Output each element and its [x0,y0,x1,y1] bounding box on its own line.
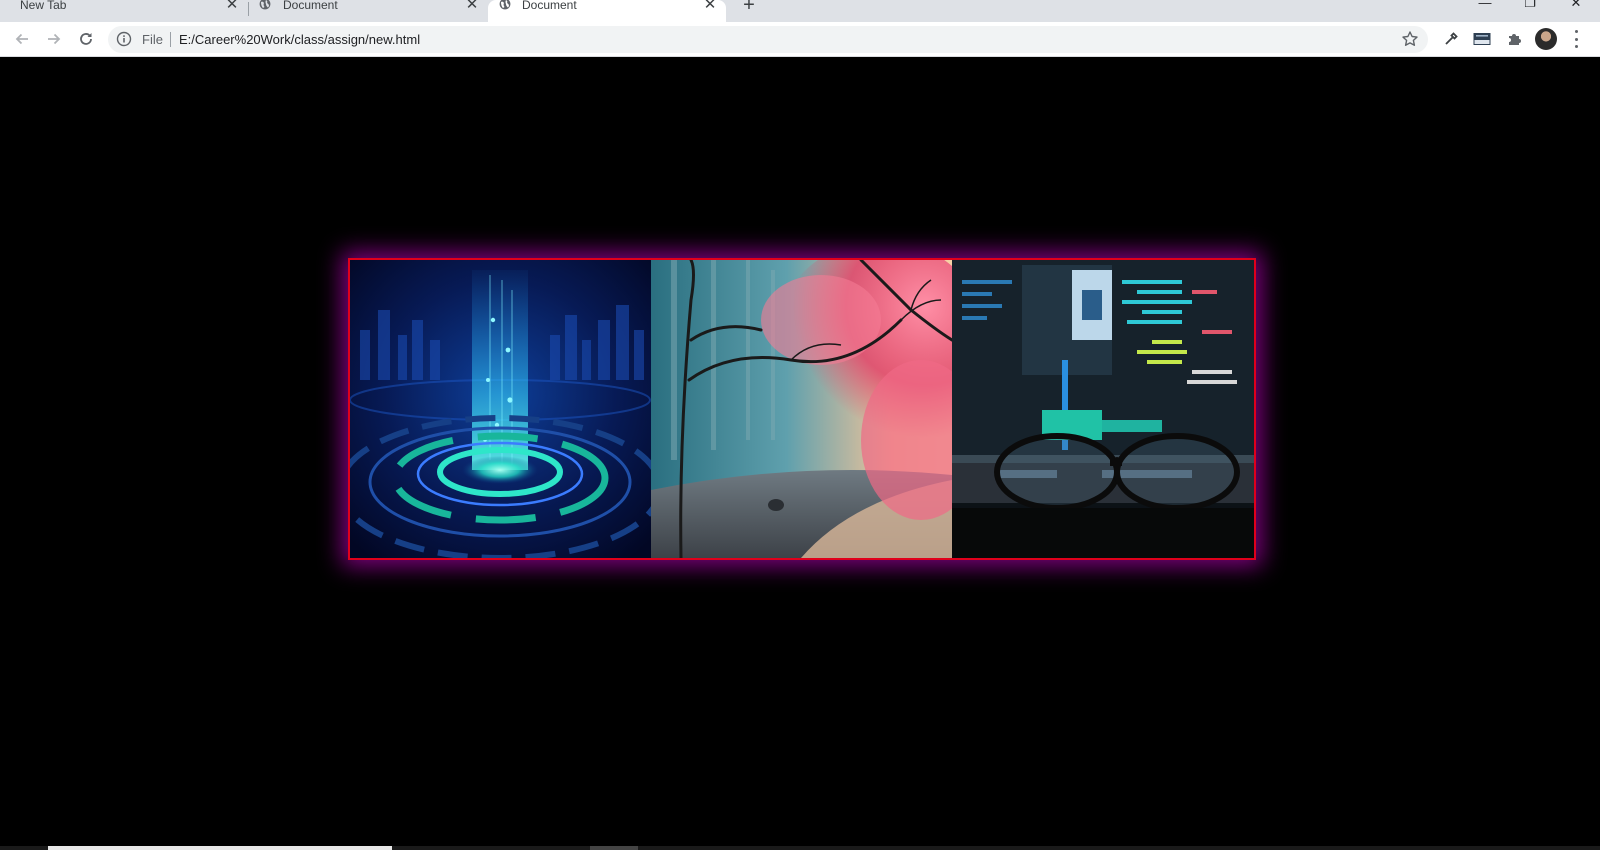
address-bar[interactable]: File E:/Career%20Work/class/assign/new.h… [108,26,1428,53]
scheme-label: File [142,32,163,47]
tab-title: Document [283,0,338,12]
window-close-icon[interactable]: ✕ [1566,0,1586,10]
gallery-image-hologram [350,260,651,558]
close-icon[interactable]: ✕ [702,0,718,13]
back-button[interactable] [11,28,33,50]
new-badge-extension-button[interactable] [1471,28,1493,50]
address-divider [170,32,171,47]
browser-toolbar: File E:/Career%20Work/class/assign/new.h… [0,22,1600,57]
eyedropper-extension-button[interactable] [1440,28,1462,50]
arrow-right-icon [48,33,61,45]
arrow-left-icon [15,33,28,45]
close-icon[interactable]: ✕ [224,0,240,13]
restore-icon[interactable]: ❐ [1520,0,1540,10]
reload-button[interactable] [75,28,97,50]
bottom-scroll-strip [0,846,1600,850]
page-viewport [0,57,1600,850]
scroll-thumb[interactable] [48,846,392,850]
reload-icon [80,33,92,45]
extensions-button[interactable] [1503,28,1525,50]
globe-icon [499,0,511,10]
tab-title: Document [522,0,577,12]
puzzle-icon [1509,34,1521,45]
scroll-marker [590,846,638,850]
new-badge-icon [1473,33,1491,45]
tab-new-tab[interactable]: New Tab ✕ [0,0,248,22]
tab-strip: New Tab ✕ Document ✕ Document ✕ + — ❐ ✕ [0,0,1600,22]
url-text[interactable]: E:/Career%20Work/class/assign/new.html [179,32,420,47]
new-tab-button[interactable]: + [740,0,758,15]
forward-button[interactable] [43,28,65,50]
info-icon[interactable] [116,31,132,47]
globe-icon [259,0,271,10]
image-gallery [348,258,1256,560]
gallery-image-code [952,260,1254,558]
close-icon[interactable]: ✕ [464,0,480,13]
eyedropper-icon [1445,32,1458,45]
minimize-icon[interactable]: — [1475,0,1495,10]
tab-title: New Tab [20,0,67,12]
avatar[interactable] [1535,28,1557,50]
tab-document-active[interactable]: Document ✕ [488,0,726,22]
gallery-image-forest [651,260,952,558]
more-vert-icon[interactable] [1572,30,1580,48]
star-icon[interactable] [1401,30,1419,48]
tab-document-1[interactable]: Document ✕ [249,0,487,22]
